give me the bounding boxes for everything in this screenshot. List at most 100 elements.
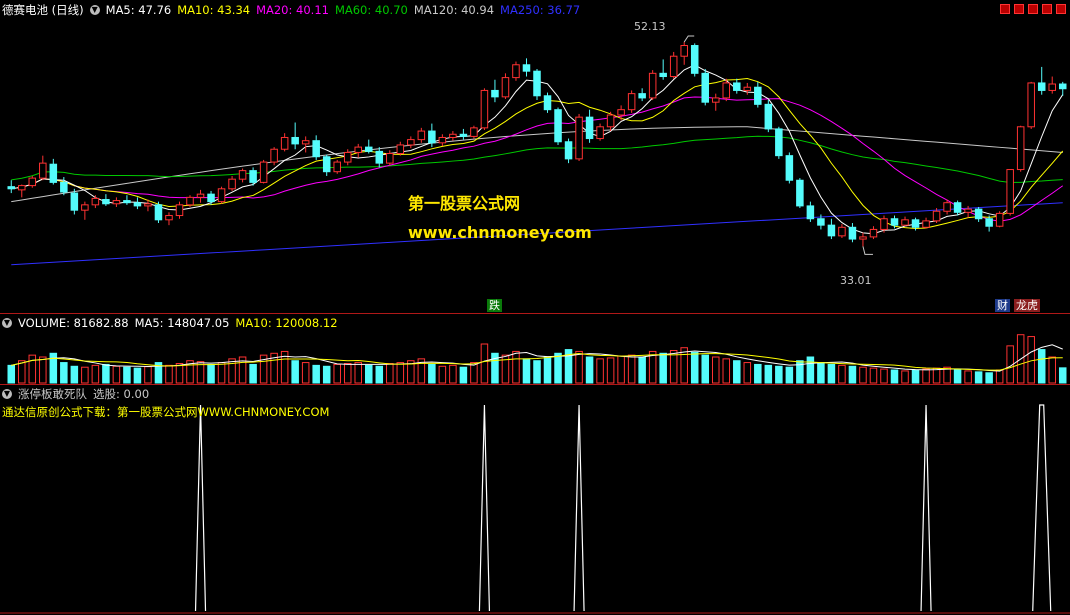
- event-tag-cai[interactable]: 财: [995, 299, 1010, 312]
- ma120-line: [11, 126, 1063, 203]
- volume-bar: [249, 363, 257, 384]
- candle-body: [217, 188, 226, 203]
- candle-body: [953, 202, 962, 213]
- volume-bar: [386, 363, 394, 384]
- watermark-url: www.chnmoney.com: [408, 223, 592, 242]
- candle-body: [1027, 82, 1035, 128]
- volume-bar: [291, 360, 299, 384]
- volume-bar: [690, 351, 699, 384]
- candle-body: [175, 204, 184, 217]
- event-tag-die[interactable]: 跌: [487, 299, 502, 312]
- candle-body: [785, 155, 794, 181]
- volume-bar: [543, 356, 552, 384]
- candle-body: [922, 220, 930, 228]
- volume-bar: [848, 365, 857, 384]
- candle-body: [606, 114, 615, 128]
- candle-body: [60, 181, 68, 193]
- price-panel[interactable]: 德赛电池 (日线) ▼ MA5: 47.76 MA10: 43.34 MA20:…: [0, 0, 1070, 313]
- volume-bar: [817, 362, 825, 384]
- volume-bar: [354, 362, 363, 384]
- volume-bar: [669, 350, 678, 384]
- candlestick-chart[interactable]: [0, 0, 1070, 313]
- collapse-icon[interactable]: ▼: [2, 318, 12, 328]
- volume-bar: [932, 367, 941, 384]
- window-btn-3[interactable]: [1028, 4, 1038, 14]
- candle-body: [7, 186, 16, 190]
- candle-body: [659, 72, 667, 78]
- volume-panel[interactable]: ▼ VOLUME: 81682.88 MA5: 148047.05 MA10: …: [0, 314, 1070, 384]
- collapse-icon[interactable]: ▼: [2, 389, 12, 399]
- candle-body: [144, 203, 152, 207]
- candle-body: [522, 64, 531, 72]
- candle-body: [1016, 126, 1025, 171]
- candle-body: [806, 205, 815, 220]
- window-btn-1[interactable]: [1000, 4, 1010, 14]
- volume-header: ▼ VOLUME: 81682.88 MA5: 148047.05 MA10: …: [0, 314, 338, 332]
- volume-bar: [438, 365, 447, 384]
- candle-body: [438, 136, 447, 144]
- candle-body: [943, 202, 951, 212]
- volume-bar: [638, 356, 646, 384]
- candle-body: [764, 103, 773, 130]
- candle-body: [301, 140, 310, 145]
- candle-body: [890, 218, 899, 226]
- event-tag-longhu[interactable]: 龙虎: [1014, 299, 1040, 312]
- volume-bar: [18, 360, 26, 384]
- volume-bar: [711, 356, 720, 384]
- candle-body: [39, 162, 47, 179]
- volume-bar: [585, 356, 594, 384]
- volume-bar: [701, 354, 709, 384]
- candle-body: [407, 139, 415, 146]
- volume-bar: [1048, 356, 1056, 384]
- candle-body: [995, 212, 1004, 227]
- candle-body: [733, 82, 741, 91]
- candle-body: [880, 218, 888, 230]
- volume-bar: [890, 369, 899, 384]
- signal-spike: [573, 404, 585, 612]
- ma10-line: [11, 78, 1064, 229]
- volume-bar: [995, 369, 1004, 384]
- volume-bar: [333, 363, 341, 384]
- candle-body: [932, 210, 941, 222]
- candle-body: [249, 170, 257, 183]
- candle-body: [449, 133, 457, 138]
- candle-body: [386, 153, 394, 164]
- formula-name: 涨停板敢死队: [18, 387, 87, 401]
- volume-bar: [985, 372, 993, 384]
- candle-body: [838, 226, 846, 237]
- collapse-icon[interactable]: ▼: [89, 5, 100, 15]
- candle-body: [596, 126, 604, 140]
- volume-bar: [901, 370, 909, 384]
- candle-body: [1058, 83, 1067, 90]
- candle-body: [333, 161, 341, 173]
- candle-body: [228, 178, 236, 190]
- stock-title[interactable]: 德赛电池 (日线): [2, 2, 84, 18]
- window-btn-5[interactable]: [1056, 4, 1066, 14]
- candle-body: [186, 196, 194, 206]
- window-buttons: [1000, 4, 1066, 14]
- candle-body: [375, 150, 384, 164]
- candle-body: [585, 116, 594, 140]
- formula-header: ▼ 涨停板敢死队 选股: 0.00: [0, 385, 149, 403]
- volume-bar: [512, 350, 520, 384]
- candle-body: [1048, 83, 1056, 91]
- volume-label: VOLUME: 81682.88: [18, 316, 129, 330]
- candle-body: [575, 116, 583, 160]
- candle-body: [417, 130, 426, 141]
- low-pointer: [862, 246, 873, 255]
- formula-panel[interactable]: ▼ 涨停板敢死队 选股: 0.00 通达信原创公式下载：第一股票公式网WWW.C…: [0, 385, 1070, 615]
- window-btn-4[interactable]: [1042, 4, 1052, 14]
- volume-bar: [522, 358, 531, 384]
- volume-bar: [680, 347, 688, 384]
- candle-body: [964, 208, 972, 213]
- candle-body: [280, 136, 289, 150]
- window-btn-2[interactable]: [1014, 4, 1024, 14]
- candle-body: [817, 218, 825, 226]
- volume-bar: [533, 360, 541, 384]
- volume-bar: [869, 367, 878, 384]
- candle-body: [91, 197, 100, 206]
- candle-body: [102, 198, 110, 205]
- candle-body: [869, 228, 878, 238]
- candle-body: [81, 204, 89, 211]
- candle-body: [711, 97, 720, 103]
